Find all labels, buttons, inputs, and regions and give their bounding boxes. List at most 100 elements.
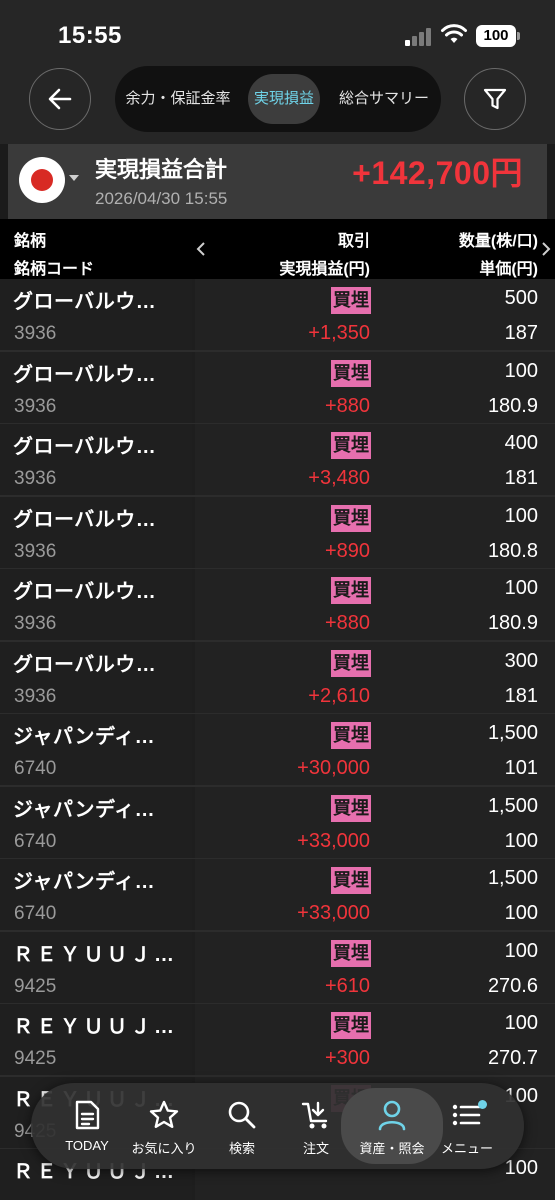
trade-type-badge: 買埋 [331,794,371,822]
top-navigation: 余力・保証金率 実現損益 総合サマリー [0,64,555,144]
tab-today[interactable]: TODAY [51,1083,123,1169]
stock-name: グローバルウ… [13,581,157,603]
unit-price: 181 [504,467,538,489]
status-bar: 15:55 100 [0,0,555,64]
search-icon [228,1101,256,1129]
battery-tip [517,32,520,40]
battery-indicator: 100 [476,25,516,47]
table-row[interactable]: グローバルウ… 3936 買埋 +3,480 400 181 [0,424,555,497]
unit-price: 187 [504,322,538,344]
tab-overall-summary[interactable]: 総合サマリー [336,74,432,124]
stock-code: 6740 [14,830,57,852]
trade-type-badge: 買埋 [331,359,371,387]
unit-price: 180.8 [487,539,538,562]
quantity: 100 [504,1012,538,1034]
realized-pnl: +1,350 [308,322,370,344]
realized-pnl: +880 [324,612,370,634]
tab-menu-label: メニュー [440,1141,493,1156]
summary-title: 実現損益合計 [95,157,228,182]
tab-search[interactable]: 検索 [206,1083,278,1169]
trade-type-badge: 買埋 [331,287,371,314]
unit-price: 101 [504,757,538,779]
trade-type-badge: 買埋 [331,722,371,749]
person-icon [378,1100,406,1131]
quantity: 100 [504,939,538,962]
quantity: 100 [504,359,538,382]
tab-today-label: TODAY [65,1138,109,1153]
tab-realized-pnl[interactable]: 実現損益 [248,74,320,124]
col-realized-pnl: 実現損益(円) [279,261,370,278]
stock-name: グローバルウ… [13,653,157,676]
summary-total: +142,700円 [352,155,523,191]
col-trade: 取引 [337,233,370,250]
table-row[interactable]: グローバルウ… 3936 買埋 +890 100 180.8 [0,496,555,569]
quantity: 1,500 [487,794,538,817]
star-icon [149,1100,179,1128]
quantity: 100 [504,577,538,599]
stock-name: グローバルウ… [13,508,157,531]
table-row[interactable]: グローバルウ… 3936 買埋 +1,350 500 187 [0,279,555,352]
tab-favorites[interactable]: お気に入り [128,1083,200,1169]
tab-margin-capacity[interactable]: 余力・保証金率 [125,74,231,124]
stock-name: グローバルウ… [13,436,157,458]
unit-price: 180.9 [487,394,538,417]
table-row[interactable]: グローバルウ… 3936 買埋 +880 100 180.9 [0,569,555,642]
table-row[interactable]: ジャパンディ… 6740 買埋 +33,000 1,500 100 [0,859,555,932]
table-row[interactable]: グローバルウ… 3936 買埋 +880 100 180.9 [0,351,555,424]
japan-flag-icon[interactable] [19,157,65,203]
chevron-left-icon[interactable] [196,241,206,257]
col-quantity: 数量(株/口) [458,233,538,250]
trade-type-badge: 買埋 [331,432,371,459]
table-row[interactable]: ジャパンディ… 6740 買埋 +33,000 1,500 100 [0,786,555,859]
bottom-tab-bar: TODAY お気に入り 検索 注文 資産・照会 メニュー [31,1083,524,1169]
quantity: 100 [504,504,538,527]
unit-price: 270.7 [487,1047,538,1069]
trade-type-badge: 買埋 [331,939,371,967]
table-row[interactable]: ジャパンディ… 6740 買埋 +30,000 1,500 101 [0,714,555,787]
col-stock-code: 銘柄コード [14,261,95,278]
stock-name: ＲＥＹＵＵＪ… [13,943,178,966]
stock-name: ジャパンディ… [13,871,156,893]
arrow-left-icon [48,88,72,110]
back-button[interactable] [29,68,91,130]
stock-name: ジャパンディ… [13,726,156,748]
filter-button[interactable] [464,68,526,130]
table-row[interactable]: ＲＥＹＵＵＪ… 9425 買埋 +610 100 270.6 [0,931,555,1004]
row-detail-cell [195,279,555,350]
realized-pnl: +2,610 [308,684,370,707]
stock-name: グローバルウ… [13,291,157,313]
table-row[interactable]: ＲＥＹＵＵＪ… 9425 買埋 +300 100 270.7 [0,1004,555,1077]
stock-code: 6740 [14,758,57,779]
realized-pnl-summary: 実現損益合計 2026/04/30 15:55 +142,700円 [8,144,547,219]
chevron-down-icon[interactable] [69,175,79,181]
segmented-tabs: 余力・保証金率 実現損益 総合サマリー [115,66,441,132]
row-detail-cell [195,641,555,713]
unit-price: 181 [504,684,538,707]
stock-code: 9425 [14,975,57,997]
tab-favorites-label: お気に入り [131,1141,197,1156]
realized-pnl: +30,000 [297,757,370,779]
stock-name: グローバルウ… [13,363,157,386]
unit-price: 100 [504,829,538,852]
trade-type-badge: 買埋 [331,649,371,677]
stock-name: ＲＥＹＵＵＪ… [13,1016,178,1038]
tab-menu[interactable]: メニュー [431,1083,503,1169]
stock-code: 9425 [14,1048,57,1069]
cart-icon [301,1101,328,1129]
col-stock: 銘柄 [14,233,47,250]
status-time: 15:55 [58,22,122,49]
stock-name: ジャパンディ… [13,798,156,821]
funnel-icon [483,88,507,110]
cellular-signal-icon [405,28,433,46]
row-detail-cell [195,424,555,495]
table-row[interactable]: グローバルウ… 3936 買埋 +2,610 300 181 [0,641,555,714]
quantity: 500 [504,287,538,309]
trade-type-badge: 買埋 [331,504,371,532]
chevron-right-icon[interactable] [541,241,551,257]
stock-code: 3936 [14,395,57,417]
col-unit-price: 単価(円) [479,261,538,278]
quantity: 1,500 [487,867,538,889]
realized-pnl: +890 [324,539,370,562]
realized-pnl: +880 [324,394,370,417]
stock-code: 3936 [14,685,57,707]
